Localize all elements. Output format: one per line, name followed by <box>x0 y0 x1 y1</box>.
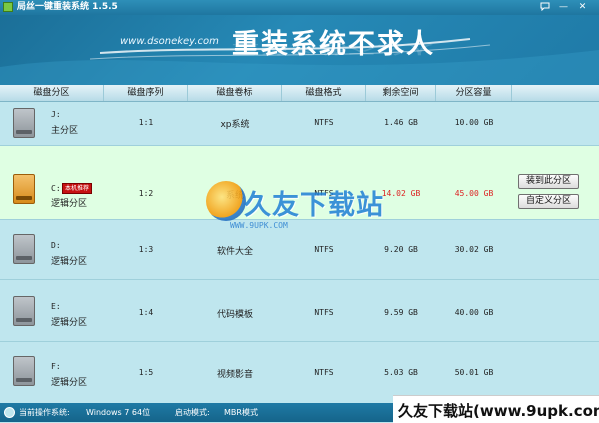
website-url: www.dsonekey.com <box>120 36 219 47</box>
col-sequence[interactable]: 磁盘序列 <box>104 85 188 101</box>
menu-icon[interactable] <box>538 1 551 13</box>
free-space: 1.46 GB <box>384 118 418 127</box>
volume-label: 视频影音 <box>216 370 253 380</box>
col-label[interactable]: 磁盘卷标 <box>188 85 282 101</box>
table-header: 磁盘分区 磁盘序列 磁盘卷标 磁盘格式 剩余空间 分区容量 <box>0 85 599 102</box>
capacity: 10.00 GB <box>454 118 494 127</box>
capacity: 50.01 GB <box>454 368 494 377</box>
os-value: Windows 7 64位 <box>86 408 151 417</box>
recommended-badge: 本机推荐 <box>62 183 93 194</box>
free-space: 5.03 GB <box>384 368 418 377</box>
col-actions <box>512 85 599 101</box>
capacity: 30.02 GB <box>454 245 494 254</box>
watermark-text: 久友下载站 <box>244 190 384 221</box>
partition-type: 逻辑分区 <box>51 318 88 328</box>
drive-letter: F: <box>51 362 61 371</box>
col-partition[interactable]: 磁盘分区 <box>0 85 104 101</box>
table-row[interactable]: D: 逻辑分区 1:3 软件大全 NTFS 9.20 GB 30.02 GB <box>0 220 599 280</box>
volume-label: 软件大全 <box>216 247 253 257</box>
window-title: 局丝一键重装系统 1.5.5 <box>17 2 118 12</box>
watermark-logo-icon <box>206 181 246 221</box>
col-capacity[interactable]: 分区容量 <box>436 85 512 101</box>
col-free-space[interactable]: 剩余空间 <box>366 85 436 101</box>
disk-format: NTFS <box>314 245 334 254</box>
watermark-url: WWW.9UPK.COM <box>230 221 288 230</box>
hard-drive-icon <box>13 234 35 264</box>
partition-type: 逻辑分区 <box>51 199 88 209</box>
os-label: 当前操作系统: <box>19 408 70 417</box>
drive-letter: E: <box>51 302 61 311</box>
brand-text: 久友下载站(www.9upk.com) <box>398 402 599 420</box>
disk-sequence: 1:1 <box>138 118 154 127</box>
drive-letter: J: <box>51 110 61 119</box>
hard-drive-icon <box>13 108 35 138</box>
title-bar[interactable]: 局丝一键重装系统 1.5.5 — ✕ <box>0 0 599 15</box>
boot-mode-value: MBR模式 <box>224 408 258 417</box>
install-to-partition-button[interactable]: 装到此分区 <box>518 174 579 189</box>
brand-watermark: 久友下载站(www.9upk.com) <box>393 395 599 423</box>
status-icon <box>4 407 15 418</box>
disk-sequence: 1:2 <box>138 189 154 198</box>
custom-partition-button[interactable]: 自定义分区 <box>518 194 579 209</box>
slogan-reflection: 重装系统不求人 <box>232 41 435 56</box>
hard-drive-icon <box>13 174 35 204</box>
drive-letter: C: <box>51 184 61 193</box>
banner: www.dsonekey.com 重装系统不求人 重装系统不求人 <box>0 15 599 85</box>
partition-type: 主分区 <box>51 126 79 136</box>
free-space: 9.59 GB <box>384 308 418 317</box>
volume-label: xp系统 <box>220 120 250 130</box>
boot-mode-label: 启动模式: <box>175 408 210 417</box>
partition-list: J: 主分区 1:1 xp系统 NTFS 1.46 GB 10.00 GB C:… <box>0 102 599 403</box>
table-row[interactable]: E: 逻辑分区 1:4 代码模板 NTFS 9.59 GB 40.00 GB <box>0 280 599 342</box>
minimize-button[interactable]: — <box>557 1 570 13</box>
drive-letter: D: <box>51 241 61 250</box>
partition-type: 逻辑分区 <box>51 378 88 388</box>
disk-format: NTFS <box>314 308 334 317</box>
table-row[interactable]: J: 主分区 1:1 xp系统 NTFS 1.46 GB 10.00 GB <box>0 102 599 146</box>
hard-drive-icon <box>13 296 35 326</box>
app-icon <box>3 2 13 12</box>
disk-sequence: 1:4 <box>138 308 154 317</box>
table-row[interactable]: F: 逻辑分区 1:5 视频影音 NTFS 5.03 GB 50.01 GB <box>0 342 599 403</box>
disk-sequence: 1:5 <box>138 368 154 377</box>
disk-format: NTFS <box>314 118 334 127</box>
close-button[interactable]: ✕ <box>576 1 589 13</box>
capacity: 40.00 GB <box>454 308 494 317</box>
free-space: 9.20 GB <box>384 245 418 254</box>
main-window: 局丝一键重装系统 1.5.5 — ✕ www.dsonekey.com 重装系统… <box>0 0 599 423</box>
volume-label: 代码模板 <box>216 310 253 320</box>
col-format[interactable]: 磁盘格式 <box>282 85 366 101</box>
hard-drive-icon <box>13 356 35 386</box>
capacity: 45.00 GB <box>454 189 494 198</box>
partition-type: 逻辑分区 <box>51 257 88 267</box>
disk-format: NTFS <box>314 368 334 377</box>
disk-sequence: 1:3 <box>138 245 154 254</box>
